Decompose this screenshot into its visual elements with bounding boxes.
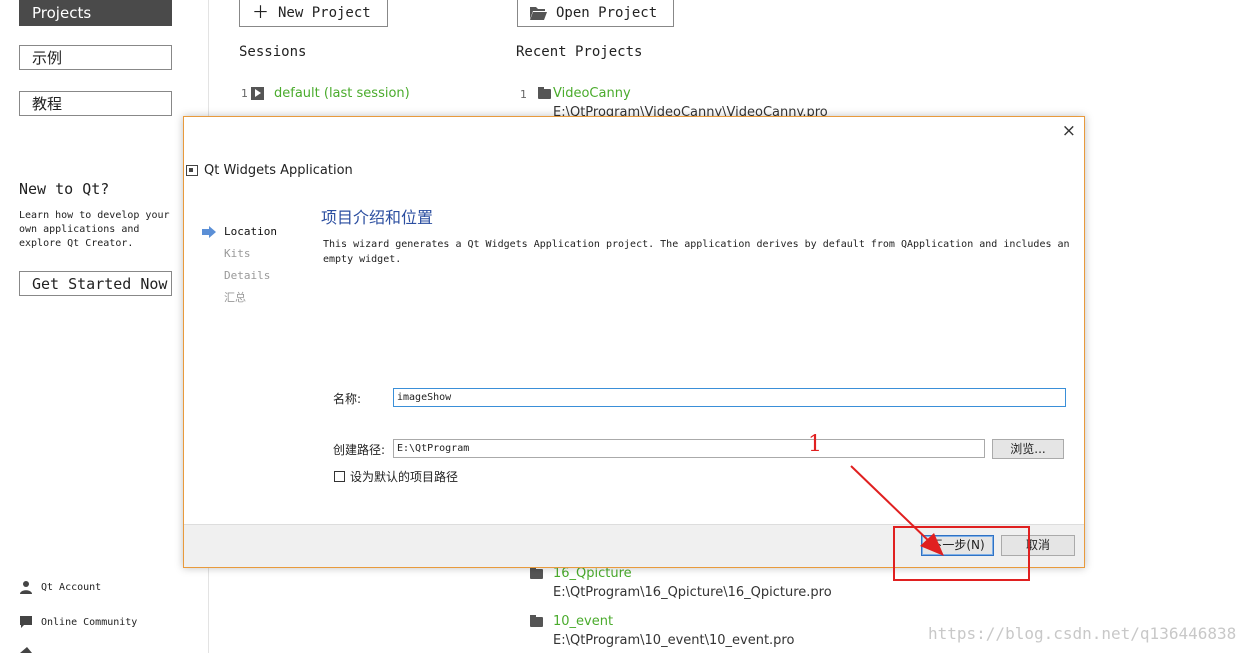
project-path: E:\QtProgram\16_Qpicture\16_Qpicture.pro (553, 585, 832, 600)
plus-icon: ＋ (252, 3, 269, 23)
folder-icon (538, 87, 551, 99)
page-description: This wizard generates a Qt Widgets Appli… (323, 239, 1070, 265)
annotation-highlight-box (893, 526, 1030, 581)
step-summary: 汇总 (224, 291, 246, 304)
play-icon (251, 87, 264, 100)
window-icon (186, 165, 198, 176)
new-project-wizard-dialog: × Qt Widgets Application Location Kits D… (183, 116, 1085, 568)
qt-account-link[interactable]: Qt Account (19, 580, 101, 594)
default-path-checkbox[interactable]: 设为默认的项目路径 (334, 468, 458, 485)
new-project-label: New Project (278, 5, 371, 21)
arrow-right-icon (202, 226, 216, 238)
new-project-button[interactable]: ＋ New Project (239, 0, 388, 27)
folder-icon (530, 567, 543, 579)
name-label: 名称: (333, 392, 362, 406)
welcome-sidebar: Projects 示例 教程 New to Qt? Learn how to d… (0, 0, 209, 653)
recent-projects-title: Recent Projects (516, 44, 643, 60)
online-community-link[interactable]: Online Community (19, 615, 137, 629)
tutorials-button[interactable]: 教程 (19, 91, 172, 116)
project-number: 1 (520, 88, 527, 101)
close-icon[interactable]: × (1062, 121, 1076, 141)
path-input[interactable]: E:\QtProgram (393, 439, 985, 458)
new-to-qt-title: New to Qt? (19, 180, 110, 198)
session-item[interactable]: 1 default (last session) (241, 86, 410, 101)
folder-icon (530, 615, 543, 627)
online-community-label: Online Community (41, 616, 138, 628)
qt-account-label: Qt Account (41, 581, 102, 593)
watermark: https://blog.csdn.net/q136446838 (928, 624, 1237, 643)
blog-icon (20, 647, 32, 653)
open-project-button[interactable]: Open Project (517, 0, 674, 27)
wizard-steps: Location Kits Details 汇总 (202, 221, 277, 309)
chat-icon (20, 616, 32, 628)
checkbox-box[interactable] (334, 471, 345, 482)
session-number: 1 (241, 87, 248, 100)
dialog-title: Qt Widgets Application (186, 163, 353, 178)
session-name: default (last session) (274, 86, 410, 101)
new-to-qt-text: Learn how to develop your own applicatio… (19, 210, 170, 249)
page-title: 项目介绍和位置 (321, 208, 434, 227)
get-started-button[interactable]: Get Started Now (19, 271, 172, 296)
browse-button[interactable]: 浏览... (992, 439, 1064, 459)
default-path-label: 设为默认的项目路径 (350, 470, 459, 484)
project-path: E:\QtProgram\10_event\10_event.pro (553, 633, 795, 648)
name-input[interactable]: imageShow (393, 388, 1066, 407)
open-project-label: Open Project (556, 5, 658, 21)
folder-open-icon (530, 7, 547, 20)
project-name: 16_Qpicture (553, 566, 632, 581)
dialog-title-label: Qt Widgets Application (204, 163, 353, 178)
project-name: VideoCanny (553, 86, 631, 101)
examples-button[interactable]: 示例 (19, 45, 172, 70)
user-icon (20, 581, 32, 594)
step-location: Location (202, 221, 277, 243)
path-label: 创建路径: (333, 443, 386, 457)
step-kits: Kits (224, 247, 251, 260)
projects-button[interactable]: Projects (19, 0, 172, 26)
annotation-number: 1 (808, 432, 822, 457)
sessions-title: Sessions (239, 44, 307, 60)
project-name: 10_event (553, 614, 614, 629)
step-details: Details (224, 269, 271, 282)
